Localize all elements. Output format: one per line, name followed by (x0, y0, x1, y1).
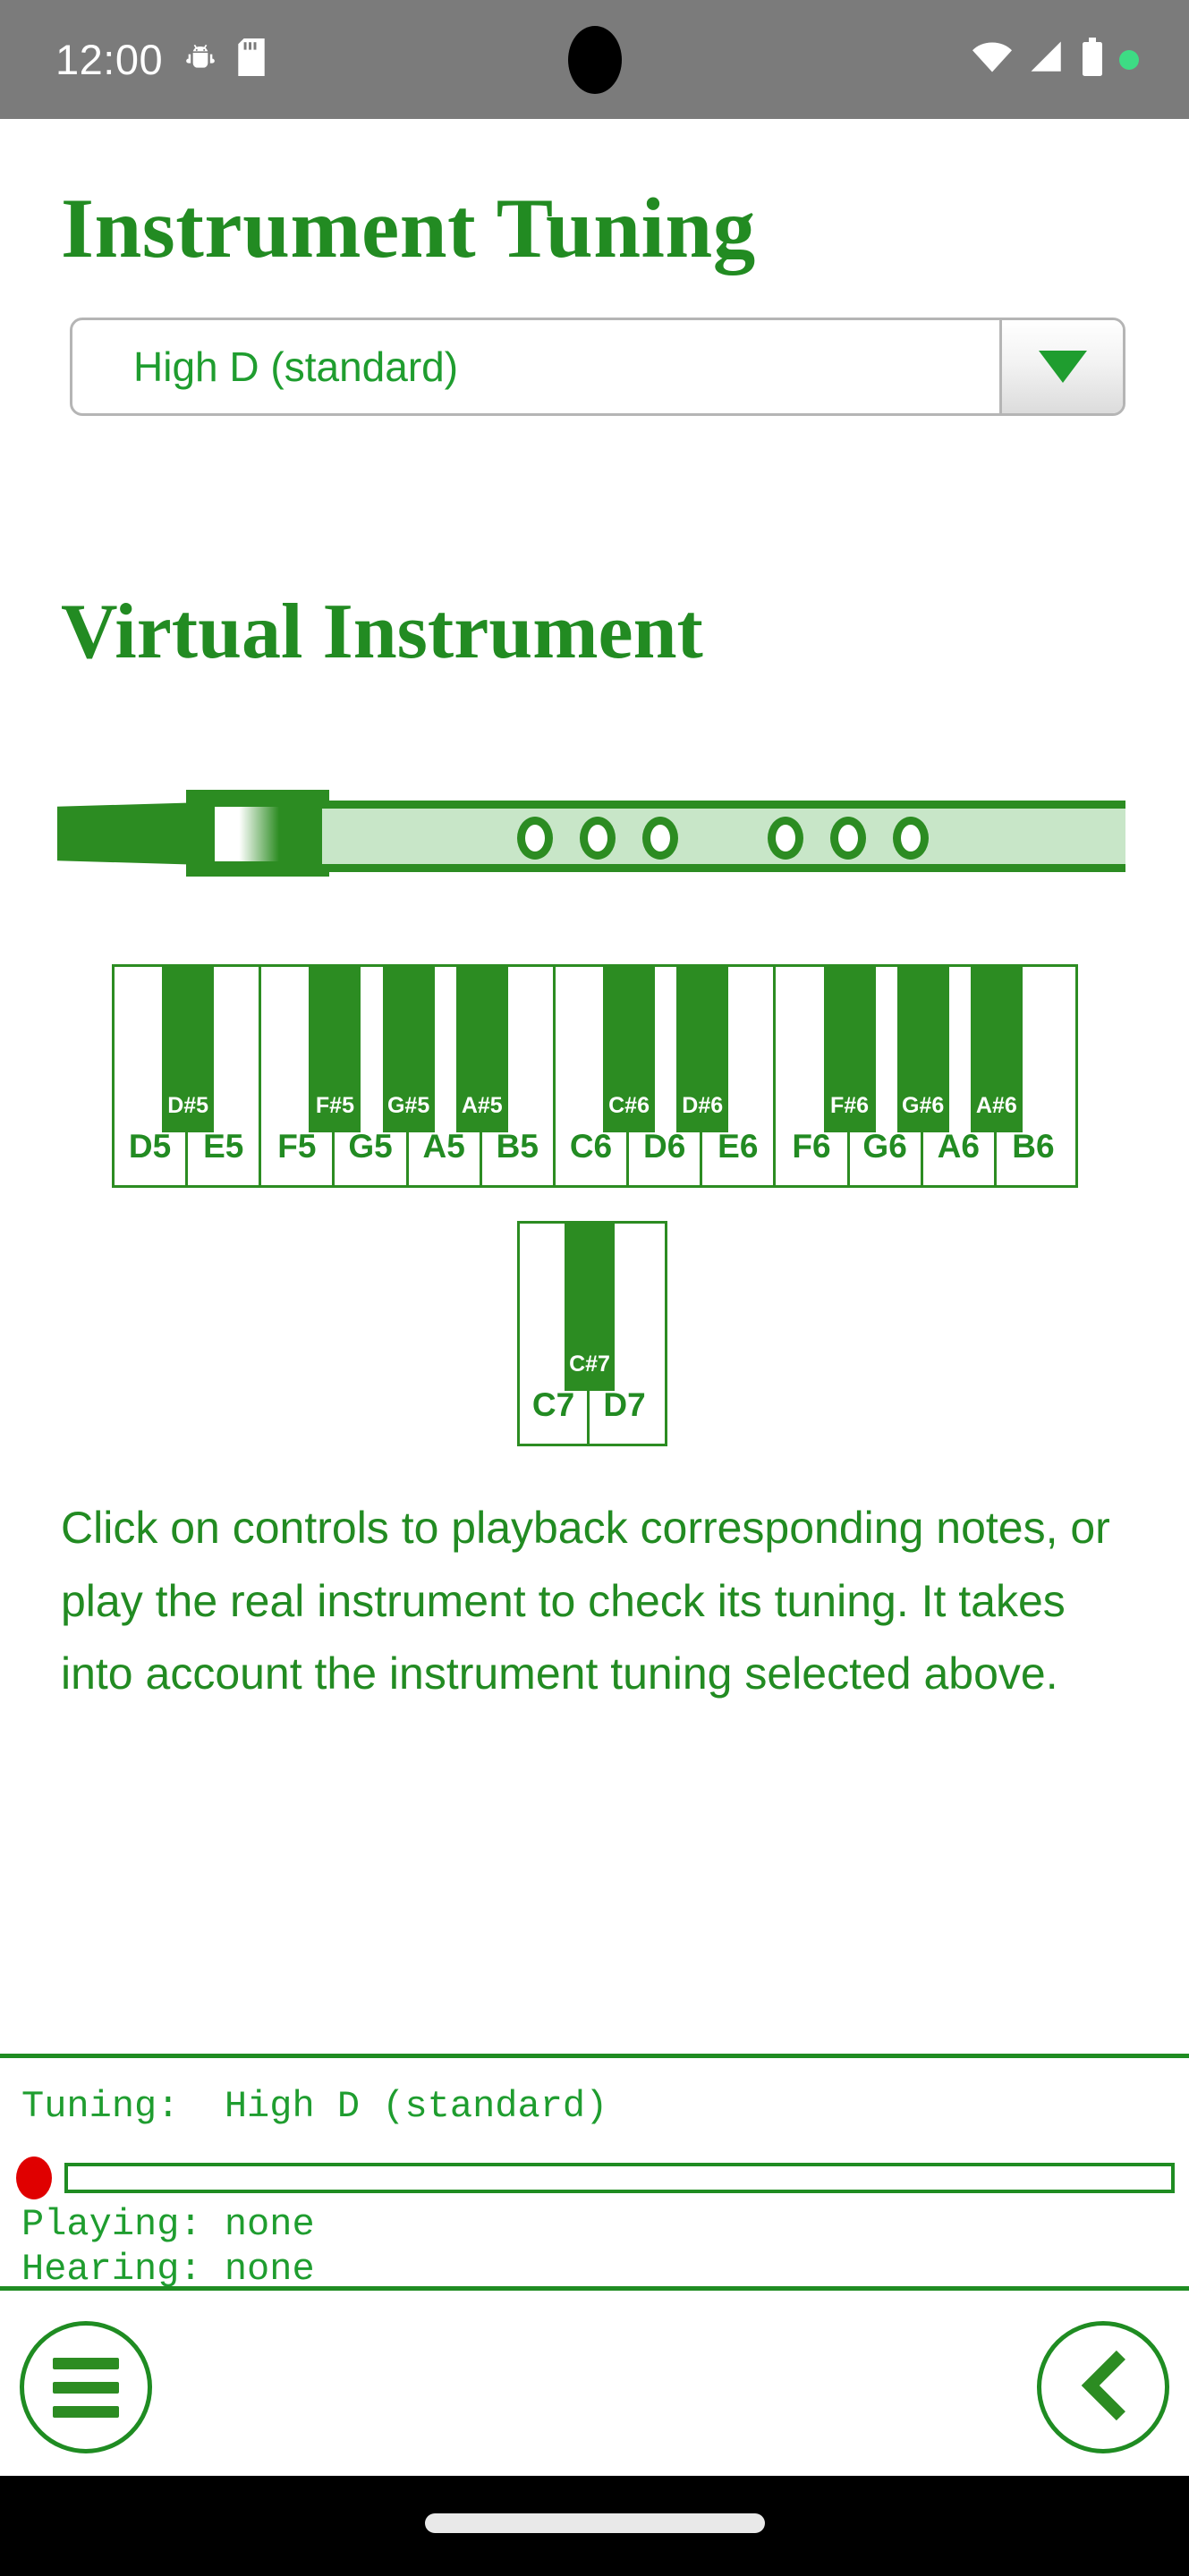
whistle-hole-6[interactable] (893, 817, 929, 860)
battery-icon (1082, 38, 1103, 81)
wifi-icon (972, 38, 1012, 81)
black-key-label: G#5 (386, 1093, 430, 1118)
white-key-label: D7 (603, 1386, 646, 1423)
black-key-asharp6[interactable]: A#6 (970, 967, 1023, 1132)
black-key-label: D#6 (682, 1093, 724, 1118)
black-key-label: F#5 (315, 1093, 354, 1118)
android-bug-icon (183, 39, 218, 80)
black-key-label: A#5 (461, 1093, 503, 1118)
white-key-label: E6 (718, 1128, 759, 1165)
chevron-down-glyph (1038, 351, 1087, 383)
bottom-navigation-bar (0, 2286, 1189, 2476)
input-level-bar (64, 2163, 1175, 2193)
input-level-meter-row (16, 2157, 1175, 2199)
menu-bar-2 (53, 2381, 119, 2394)
piano-keyboard-extension[interactable]: C7 D7 C#7 (517, 1221, 667, 1446)
status-footer: Tuning: High D (standard) Playing: none … (0, 2054, 1189, 2291)
instructions-text: Click on controls to playback correspond… (61, 1503, 1110, 1699)
whistle-hole-2[interactable] (580, 817, 616, 860)
tin-whistle-graphic[interactable] (0, 718, 1189, 924)
whistle-hole-4[interactable] (768, 817, 803, 860)
tuning-select[interactable]: High D (standard) (70, 318, 1125, 416)
piano-keyboard-main[interactable]: D5 E5 F5 G5 A5 B5 C6 D6 E6 F6 G6 A6 B6 D#5 F#5 G#5 A#5 C#… (112, 964, 1078, 1188)
status-bar-clock: 12:00 (55, 36, 164, 83)
white-key-label: B5 (496, 1128, 539, 1165)
status-hearing-line: Hearing: none (21, 2248, 315, 2291)
white-key-label: F6 (792, 1128, 831, 1165)
black-key-csharp6[interactable]: C#6 (603, 967, 656, 1132)
back-button[interactable] (1037, 2321, 1169, 2453)
white-key-label: B6 (1012, 1128, 1055, 1165)
whistle-hole-3[interactable] (642, 817, 678, 860)
black-key-label: D#5 (167, 1093, 209, 1118)
status-bar: 12:00 (0, 0, 1189, 119)
black-key-csharp7[interactable]: C#7 (565, 1224, 615, 1391)
white-key-label: D5 (128, 1128, 172, 1165)
whistle-blowhole[interactable] (215, 807, 279, 861)
black-key-asharp5[interactable]: A#5 (455, 967, 508, 1132)
black-key-fsharp6[interactable]: F#6 (823, 967, 876, 1132)
white-key-label: A6 (937, 1128, 980, 1165)
black-key-gsharp5[interactable]: G#5 (382, 967, 435, 1132)
cell-signal-icon (1028, 38, 1066, 80)
black-key-dsharp5[interactable]: D#5 (162, 967, 215, 1132)
menu-button[interactable] (20, 2321, 152, 2453)
section-title-virtual-instrument: Virtual Instrument (61, 589, 703, 675)
black-key-label: F#6 (829, 1093, 870, 1118)
main-content: Instrument Tuning High D (standard) Virt… (0, 119, 1189, 2054)
chevron-down-icon[interactable] (999, 320, 1123, 413)
black-key-label: C#7 (569, 1352, 610, 1377)
camera-cutout (567, 25, 622, 94)
black-key-dsharp6[interactable]: D#6 (676, 967, 729, 1132)
white-key-label: E5 (203, 1128, 244, 1165)
white-key-label: F5 (277, 1128, 317, 1165)
white-key-label: G5 (348, 1128, 393, 1165)
whistle-tube (322, 801, 1125, 872)
status-bar-left: 12:00 (0, 35, 265, 84)
black-key-fsharp5[interactable]: F#5 (309, 967, 361, 1132)
back-chevron-icon (1070, 2347, 1136, 2428)
green-dot-indicator (1119, 49, 1139, 70)
hamburger-menu-icon (53, 2351, 119, 2424)
status-tuning-line: Tuning: High D (standard) (21, 2085, 608, 2128)
system-gesture-area (0, 2476, 1189, 2576)
white-key-label: C6 (569, 1128, 613, 1165)
status-bar-right (972, 38, 1139, 81)
white-key-label: C7 (531, 1386, 575, 1423)
menu-bar-1 (53, 2357, 119, 2369)
white-key-label: A5 (422, 1128, 465, 1165)
whistle-hole-5[interactable] (830, 817, 866, 860)
page-title: Instrument Tuning (61, 181, 756, 275)
menu-bar-3 (53, 2405, 119, 2418)
white-key-label: D6 (642, 1128, 686, 1165)
record-dot-icon (16, 2157, 52, 2199)
status-playing-line: Playing: none (21, 2203, 315, 2246)
black-key-label: G#6 (902, 1093, 945, 1118)
sd-card-icon (238, 38, 265, 80)
black-key-label: A#6 (975, 1093, 1017, 1118)
home-gesture-pill[interactable] (424, 2513, 765, 2533)
tuning-select-value[interactable]: High D (standard) (72, 320, 999, 413)
whistle-hole-1[interactable] (517, 817, 553, 860)
black-key-gsharp6[interactable]: G#6 (896, 967, 949, 1132)
white-key-label: G6 (862, 1128, 907, 1165)
black-key-label: C#6 (608, 1093, 650, 1118)
